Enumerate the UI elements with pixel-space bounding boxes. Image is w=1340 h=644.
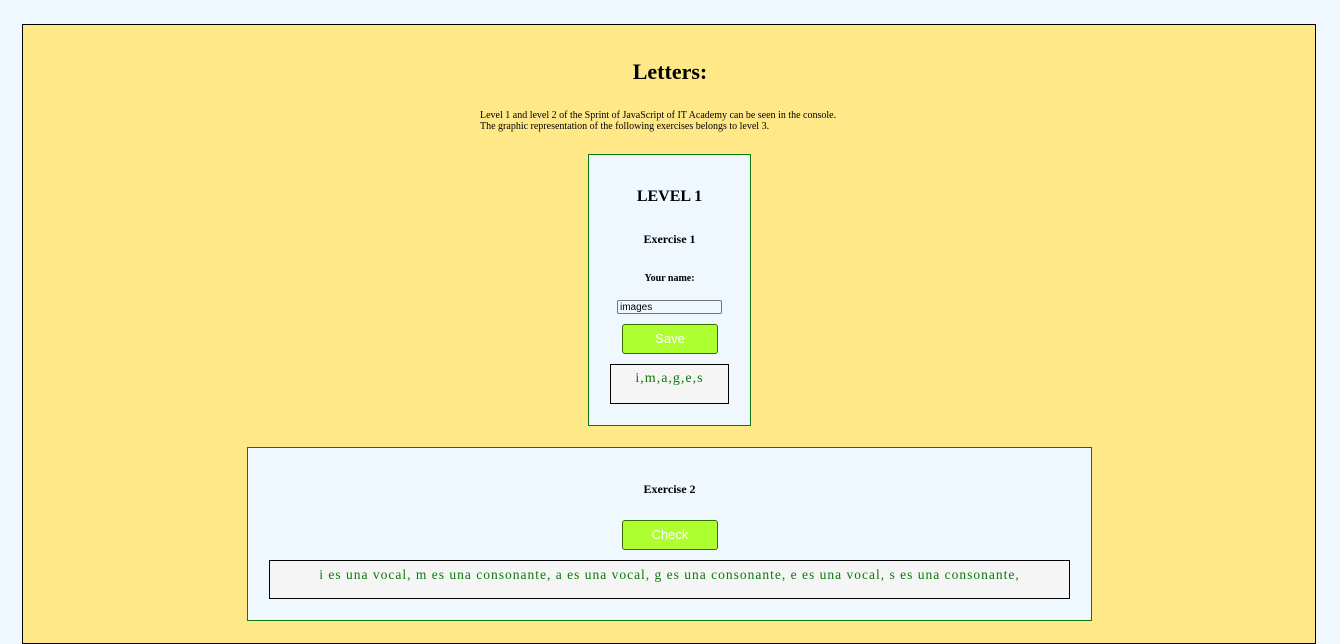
exercise-1-card: LEVEL 1 Exercise 1 Your name: Save i,m,a…	[588, 154, 751, 426]
exercise-2-card: Exercise 2 Check i es una vocal, m es un…	[247, 447, 1092, 621]
name-label: Your name:	[644, 273, 695, 284]
vowel-check-output: i es una vocal, m es una consonante, a e…	[269, 560, 1070, 599]
intro-line-1: Level 1 and level 2 of the Sprint of Jav…	[480, 110, 837, 121]
check-button[interactable]: Check	[622, 520, 718, 550]
letters-output: i,m,a,g,e,s	[610, 364, 729, 404]
intro-text: Level 1 and level 2 of the Sprint of Jav…	[480, 110, 836, 132]
intro-line-2: The graphic representation of the follow…	[480, 121, 770, 132]
save-button[interactable]: Save	[622, 324, 718, 354]
exercise-1-title: Exercise 1	[643, 232, 696, 246]
exercise-2-title: Exercise 2	[643, 482, 696, 496]
level-heading: LEVEL 1	[636, 188, 703, 205]
name-input[interactable]	[617, 300, 722, 314]
page-title: Letters:	[632, 59, 708, 84]
